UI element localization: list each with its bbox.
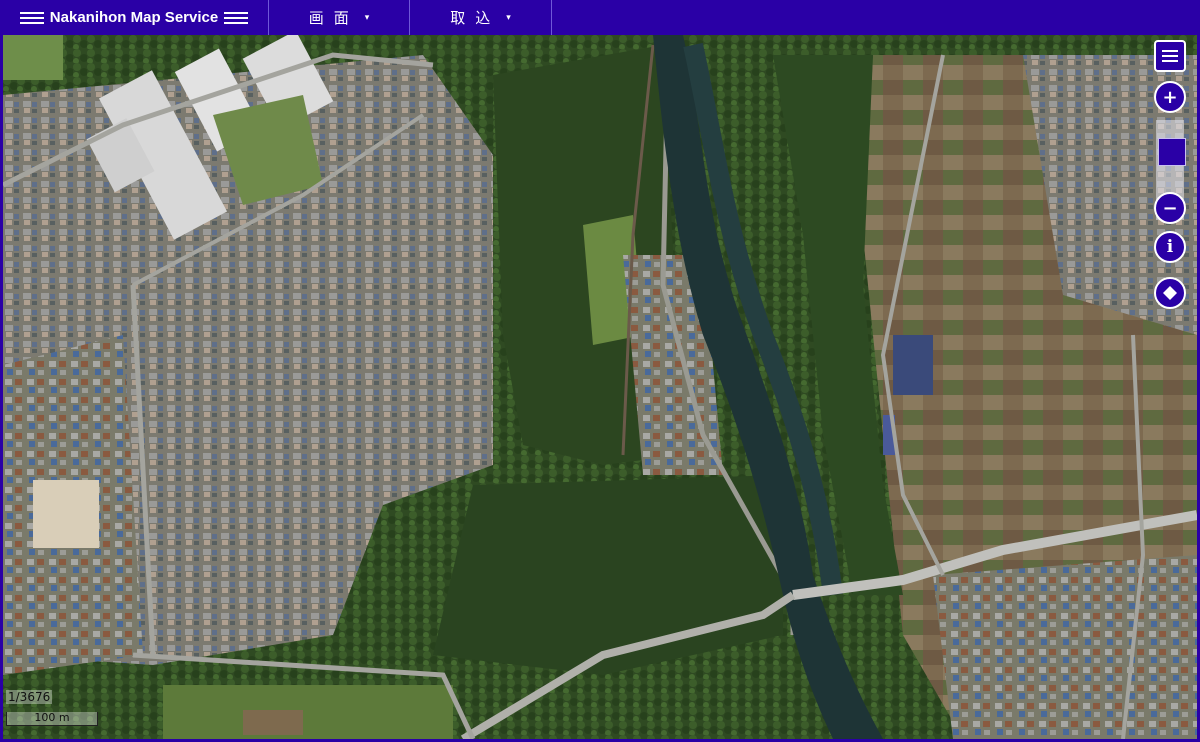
app-title: Nakanihon Map Service: [49, 9, 219, 26]
hamburger-right-icon: [224, 11, 249, 24]
nav-import-menu[interactable]: 取込 ▾: [410, 0, 552, 35]
nav-screen-label: 画面: [308, 9, 359, 27]
top-bar: Nakanihon Map Service 画面 ▾ 取込 ▾: [0, 0, 1200, 35]
layers-button[interactable]: [1154, 277, 1186, 309]
scale-ratio: 1/3676: [6, 690, 53, 704]
map-controls: + − i: [1154, 40, 1186, 310]
chevron-down-icon: ▾: [364, 12, 370, 23]
scale-bar: 100 m: [6, 712, 98, 726]
layer-menu-button[interactable]: [1154, 40, 1186, 72]
hamburger-left-icon: [19, 11, 44, 24]
scale-indicator: 1/3676 100 m: [6, 690, 98, 726]
info-button[interactable]: i: [1154, 231, 1186, 263]
zoom-in-button[interactable]: +: [1154, 81, 1186, 113]
hamburger-icon: [1162, 50, 1178, 62]
zoom-out-button[interactable]: −: [1154, 192, 1186, 224]
layers-icon: [1163, 286, 1177, 300]
map-canvas[interactable]: [3, 35, 1197, 739]
brand[interactable]: Nakanihon Map Service: [0, 0, 269, 35]
zoom-slider-thumb[interactable]: [1158, 138, 1186, 166]
nav-import-label: 取込: [450, 9, 501, 27]
nav-screen-menu[interactable]: 画面 ▾: [269, 0, 410, 35]
chevron-down-icon: ▾: [506, 12, 511, 23]
aerial-photo: [3, 35, 1197, 739]
